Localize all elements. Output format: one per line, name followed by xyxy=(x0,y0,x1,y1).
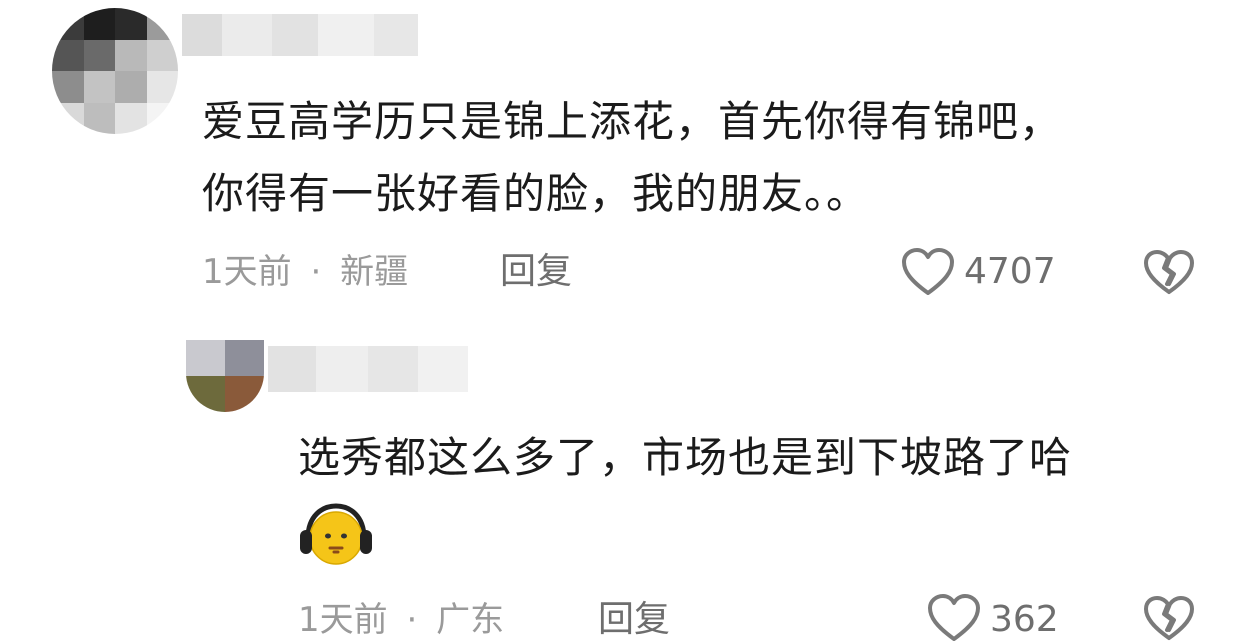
comment-time: 1天前 xyxy=(298,600,388,640)
like-count: 362 xyxy=(990,599,1059,640)
broken-heart-icon[interactable] xyxy=(1142,594,1196,642)
avatar[interactable] xyxy=(52,8,178,134)
avatar[interactable] xyxy=(186,340,264,412)
comment-meta: 1天前 · 新疆 xyxy=(202,252,408,292)
meta-separator: · xyxy=(406,600,418,640)
heart-outline-icon[interactable] xyxy=(900,246,956,298)
comment-time: 1天前 xyxy=(202,252,292,292)
comment-text-line-1: 爱豆高学历只是锦上添花，首先你得有锦吧， xyxy=(202,97,1063,146)
headphone-face-emoji xyxy=(300,503,372,565)
username-blurred[interactable] xyxy=(268,346,468,392)
reply-button[interactable]: 回复 xyxy=(500,252,572,292)
username-blurred[interactable] xyxy=(182,14,418,56)
comment-text: 选秀都这么多了，市场也是到下坡路了哈 xyxy=(298,433,1073,482)
broken-heart-icon[interactable] xyxy=(1142,248,1196,296)
heart-outline-icon[interactable] xyxy=(926,592,982,642)
comment-text-line-2: 你得有一张好看的脸，我的朋友。。 xyxy=(202,169,870,218)
meta-separator: · xyxy=(310,252,322,292)
comment-location: 新疆 xyxy=(340,252,409,292)
comment-location: 广东 xyxy=(436,600,505,640)
like-count: 4707 xyxy=(964,251,1056,292)
comment-meta: 1天前 · 广东 xyxy=(298,600,504,640)
reply-button[interactable]: 回复 xyxy=(598,600,670,640)
